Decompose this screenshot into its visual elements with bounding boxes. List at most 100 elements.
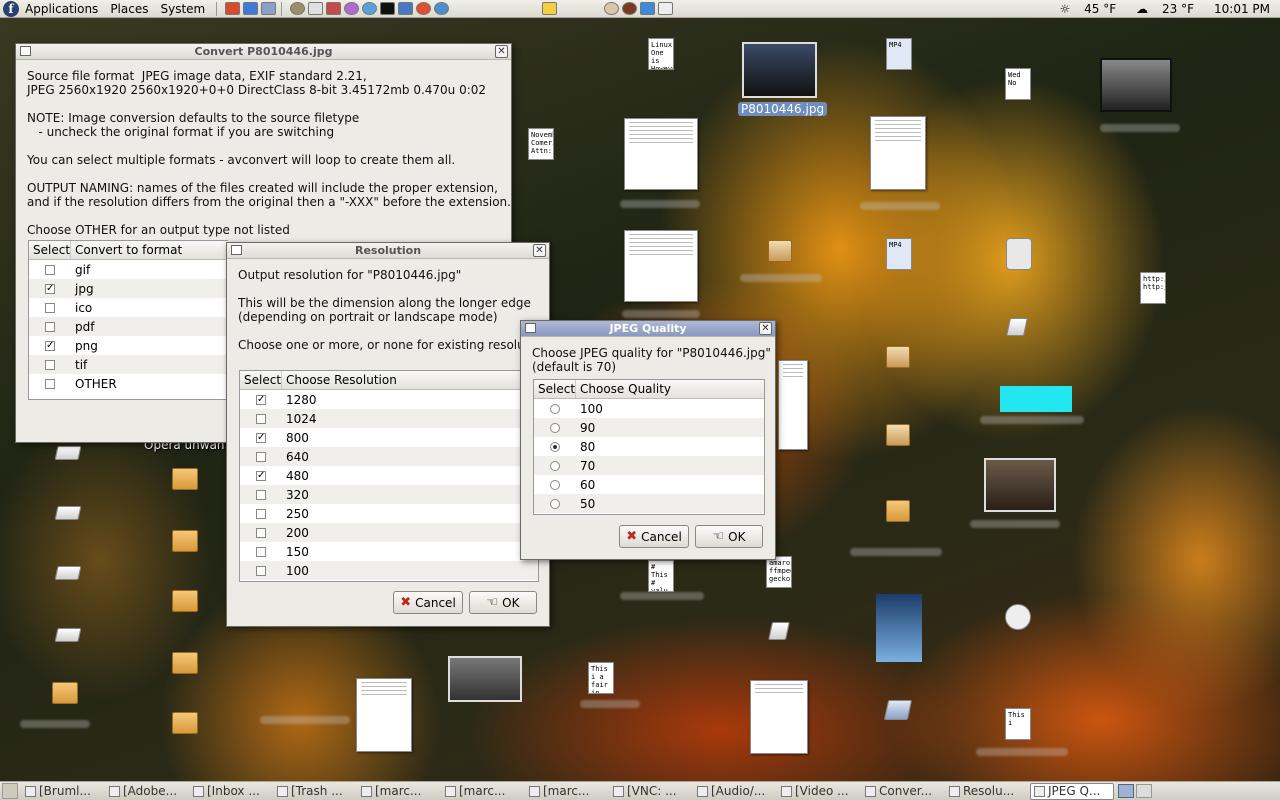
resolution-window-titlebar[interactable]: Resolution ✕ bbox=[227, 243, 549, 259]
quality-window-titlebar[interactable]: JPEG Quality ✕ bbox=[521, 321, 775, 337]
text-file-icon[interactable]: amarok ffmpeg gecko bbox=[766, 556, 792, 588]
checkbox[interactable]: ✓ bbox=[256, 432, 266, 443]
cyan-image-icon[interactable] bbox=[1000, 386, 1072, 412]
list-row[interactable]: 50 bbox=[534, 494, 764, 513]
screenshot-thumbnail-icon[interactable] bbox=[448, 656, 522, 702]
drive-icon[interactable] bbox=[54, 566, 82, 580]
list-row[interactable]: ✓ 480 bbox=[240, 466, 538, 485]
radio-button[interactable] bbox=[550, 460, 560, 471]
column-header-resolution[interactable]: Choose Resolution bbox=[282, 371, 538, 389]
column-header-quality[interactable]: Choose Quality bbox=[576, 380, 764, 398]
list-row[interactable]: 320 bbox=[240, 485, 538, 504]
close-icon[interactable]: ✕ bbox=[759, 322, 772, 335]
list-row[interactable]: 1024 bbox=[240, 409, 538, 428]
list-row[interactable]: 150 bbox=[240, 542, 538, 561]
checkbox[interactable] bbox=[256, 413, 266, 424]
text-file-icon[interactable]: http:/ http:/ bbox=[1140, 272, 1166, 304]
launcher-icon[interactable] bbox=[434, 2, 450, 15]
package-icon[interactable] bbox=[886, 346, 910, 368]
mp4-file-icon[interactable]: MP4 bbox=[886, 238, 912, 270]
list-row[interactable]: 80 bbox=[534, 437, 764, 456]
list-row[interactable]: pdf bbox=[29, 317, 228, 336]
text-file-icon[interactable]: # This # valu bbox=[648, 560, 674, 592]
taskbar-button[interactable]: [Video ... bbox=[778, 783, 862, 800]
workspace-switcher[interactable] bbox=[1118, 784, 1134, 798]
launcher-icon[interactable] bbox=[640, 2, 656, 15]
fedora-logo-icon[interactable]: f bbox=[3, 0, 19, 17]
column-header-select[interactable]: Select bbox=[534, 380, 576, 398]
column-header-select[interactable]: Select bbox=[29, 241, 71, 259]
checkbox[interactable] bbox=[256, 527, 266, 538]
folder-icon[interactable] bbox=[172, 468, 198, 490]
folder-icon[interactable] bbox=[172, 652, 198, 674]
ok-button[interactable]: ☜ OK bbox=[469, 591, 537, 614]
launcher-icon[interactable] bbox=[243, 2, 259, 15]
folder-icon[interactable] bbox=[172, 530, 198, 552]
list-row[interactable]: ✓ 1280 bbox=[240, 390, 538, 409]
mp4-file-icon[interactable]: MP4 bbox=[886, 38, 912, 70]
document-icon[interactable] bbox=[870, 116, 926, 190]
launcher-icon[interactable] bbox=[416, 2, 432, 15]
drive-icon[interactable] bbox=[1006, 318, 1028, 336]
cancel-button[interactable]: ✖ Cancel bbox=[619, 525, 689, 548]
list-row[interactable]: 640 bbox=[240, 447, 538, 466]
checkbox[interactable] bbox=[45, 359, 55, 370]
taskbar-button[interactable]: [VNC: ... bbox=[610, 783, 694, 800]
package-icon[interactable] bbox=[886, 424, 910, 446]
list-row[interactable]: OTHER bbox=[29, 374, 228, 393]
taskbar-button[interactable]: [Bruml... bbox=[22, 783, 106, 800]
image-thumbnail-icon[interactable] bbox=[742, 42, 817, 98]
launcher-icon[interactable] bbox=[344, 2, 360, 15]
checkbox[interactable] bbox=[256, 565, 266, 576]
checkbox[interactable]: ✓ bbox=[256, 470, 266, 481]
list-row[interactable]: 60 bbox=[534, 475, 764, 494]
launcher-icon[interactable] bbox=[290, 2, 306, 15]
list-row[interactable]: tif bbox=[29, 355, 228, 374]
ok-button[interactable]: ☜ OK bbox=[695, 525, 763, 548]
heart-image-icon[interactable] bbox=[876, 594, 922, 662]
spreadsheet-icon[interactable] bbox=[624, 118, 698, 190]
clock[interactable]: 10:01 PM bbox=[1214, 2, 1270, 16]
launcher-icon[interactable] bbox=[398, 2, 414, 15]
notes-icon[interactable] bbox=[542, 2, 558, 15]
taskbar-button[interactable]: Resolu... bbox=[946, 783, 1030, 800]
drive-icon[interactable] bbox=[768, 622, 790, 640]
checkbox[interactable]: ✓ bbox=[45, 283, 55, 294]
hand-icon[interactable] bbox=[604, 2, 620, 15]
checkbox[interactable]: ✓ bbox=[256, 394, 266, 405]
weather-indicator-2[interactable]: ☁ 23 °F bbox=[1136, 2, 1204, 16]
launcher-icon[interactable] bbox=[380, 2, 396, 15]
taskbar-button[interactable]: [marc... bbox=[526, 783, 610, 800]
launcher-icon[interactable] bbox=[658, 2, 674, 15]
brasero-icon[interactable] bbox=[622, 2, 638, 15]
taskbar-button[interactable]: [Inbox ... bbox=[190, 783, 274, 800]
window-menu-icon[interactable] bbox=[231, 245, 242, 255]
checkbox[interactable] bbox=[45, 378, 55, 389]
taskbar-button[interactable]: [Audio/... bbox=[694, 783, 778, 800]
taskbar-button[interactable]: JPEG Q... bbox=[1030, 782, 1114, 800]
document-icon[interactable] bbox=[356, 678, 412, 752]
checkbox[interactable] bbox=[256, 489, 266, 500]
radio-button[interactable] bbox=[550, 441, 560, 452]
list-row[interactable]: ✓ jpg bbox=[29, 279, 228, 298]
text-file-icon[interactable]: Wed No bbox=[1005, 68, 1031, 100]
launcher-icon[interactable] bbox=[362, 2, 378, 15]
clock-file-icon[interactable] bbox=[1005, 604, 1031, 630]
list-row[interactable]: gif bbox=[29, 260, 228, 279]
convert-window-titlebar[interactable]: Convert P8010446.jpg ✕ bbox=[16, 44, 511, 60]
checkbox[interactable] bbox=[45, 321, 55, 332]
selected-icon-label[interactable]: P8010446.jpg bbox=[738, 102, 828, 116]
list-row[interactable]: 90 bbox=[534, 418, 764, 437]
list-row[interactable]: ✓ 800 bbox=[240, 428, 538, 447]
list-row[interactable]: ✓ png bbox=[29, 336, 228, 355]
menu-applications[interactable]: Applications bbox=[19, 2, 104, 16]
text-file-icon[interactable]: Linux One is Howeve bbox=[648, 38, 674, 70]
launcher-icon[interactable] bbox=[308, 2, 324, 15]
checkbox[interactable] bbox=[45, 264, 55, 275]
list-row[interactable]: 200 bbox=[240, 523, 538, 542]
text-file-icon[interactable]: This i bbox=[1005, 708, 1031, 740]
checkbox[interactable] bbox=[256, 451, 266, 462]
launcher-icon[interactable] bbox=[261, 2, 277, 15]
window-menu-icon[interactable] bbox=[525, 323, 536, 333]
folder-icon[interactable] bbox=[172, 712, 198, 734]
